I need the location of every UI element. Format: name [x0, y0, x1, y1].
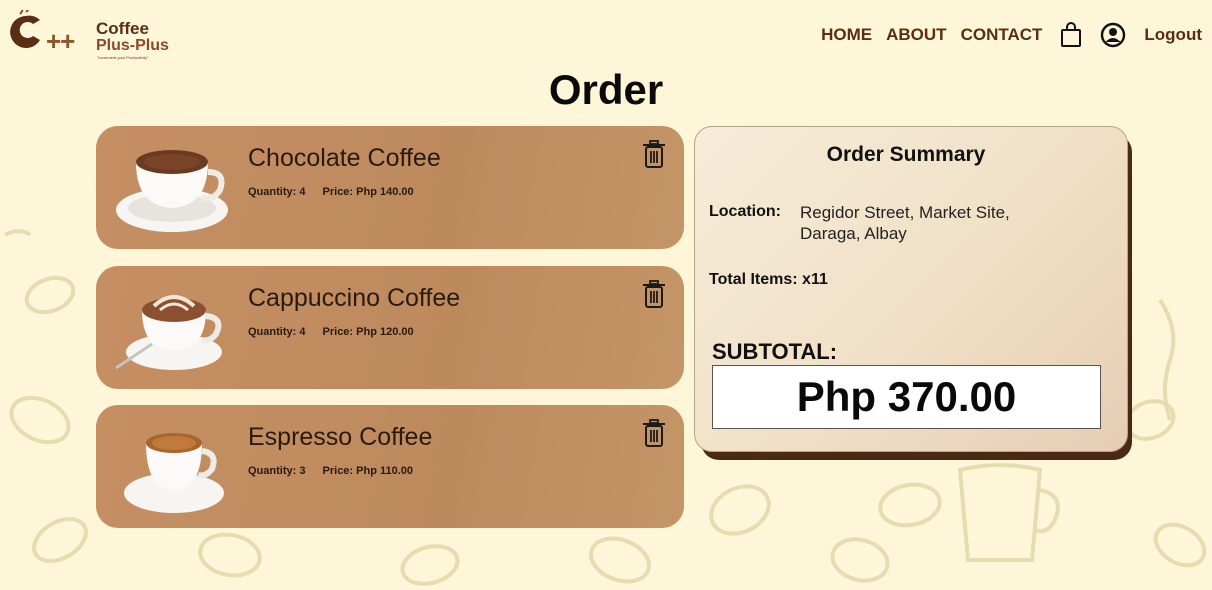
order-item-card: Chocolate Coffee Quantity: 4 Price: Php … — [96, 126, 684, 249]
item-price: Price: Php 140.00 — [322, 186, 414, 198]
item-quantity: Quantity: 4 — [248, 186, 306, 198]
item-name: Cappuccino Coffee — [248, 284, 461, 312]
shopping-bag-icon[interactable] — [1060, 22, 1082, 48]
logo-tagline: "Increment your Productivity" — [97, 55, 149, 60]
order-summary-panel: Order Summary Location: Regidor Street, … — [694, 126, 1128, 452]
item-price: Price: Php 120.00 — [322, 326, 414, 338]
brand-logo[interactable]: ++ Coffee Plus-Plus "Increment your Prod… — [4, 10, 184, 64]
user-circle-icon[interactable] — [1100, 22, 1126, 48]
trash-icon[interactable] — [642, 419, 666, 452]
chocolate-coffee-cup-image — [116, 150, 228, 232]
order-item-card: Espresso Coffee Quantity: 3 Price: Php 1… — [96, 405, 684, 528]
item-quantity: Quantity: 4 — [248, 326, 306, 338]
summary-title: Order Summary — [826, 143, 986, 166]
total-items: Total Items: x11 — [709, 271, 828, 288]
logo-name-line1: Coffee — [96, 19, 149, 38]
nav-home-link[interactable]: HOME — [821, 25, 872, 45]
logo-name-line2: Plus-Plus — [96, 37, 169, 54]
trash-icon[interactable] — [642, 280, 666, 313]
item-quantity: Quantity: 3 — [248, 465, 306, 477]
espresso-cup-image — [124, 433, 224, 513]
location-value: Regidor Street, Market Site, Daraga, Alb… — [800, 203, 1010, 243]
order-item-card: Cappuccino Coffee Quantity: 4 Price: Php… — [96, 266, 684, 389]
subtotal-value: Php 370.00 — [712, 365, 1101, 429]
nav-contact-link[interactable]: CONTACT — [961, 25, 1043, 45]
trash-icon[interactable] — [642, 140, 666, 173]
logo-plus-symbol: ++ — [46, 26, 75, 56]
site-header: ++ Coffee Plus-Plus "Increment your Prod… — [0, 0, 1212, 72]
location-label: Location: — [709, 203, 781, 220]
page-title: Order — [548, 66, 664, 113]
item-name: Espresso Coffee — [248, 423, 433, 451]
item-meta: Quantity: 3 Price: Php 110.00 — [248, 465, 413, 477]
subtotal-label: SUBTOTAL: — [712, 339, 838, 364]
main-nav: HOME ABOUT CONTACT Logout — [807, 20, 1202, 50]
coffee-cup-logo-icon — [10, 10, 41, 48]
logout-link[interactable]: Logout — [1144, 25, 1202, 45]
cappuccino-cup-image — [115, 295, 222, 370]
item-meta: Quantity: 4 Price: Php 140.00 — [248, 186, 414, 198]
item-price: Price: Php 110.00 — [322, 465, 414, 477]
item-name: Chocolate Coffee — [248, 144, 441, 172]
item-meta: Quantity: 4 Price: Php 120.00 — [248, 326, 414, 338]
nav-about-link[interactable]: ABOUT — [886, 25, 946, 45]
